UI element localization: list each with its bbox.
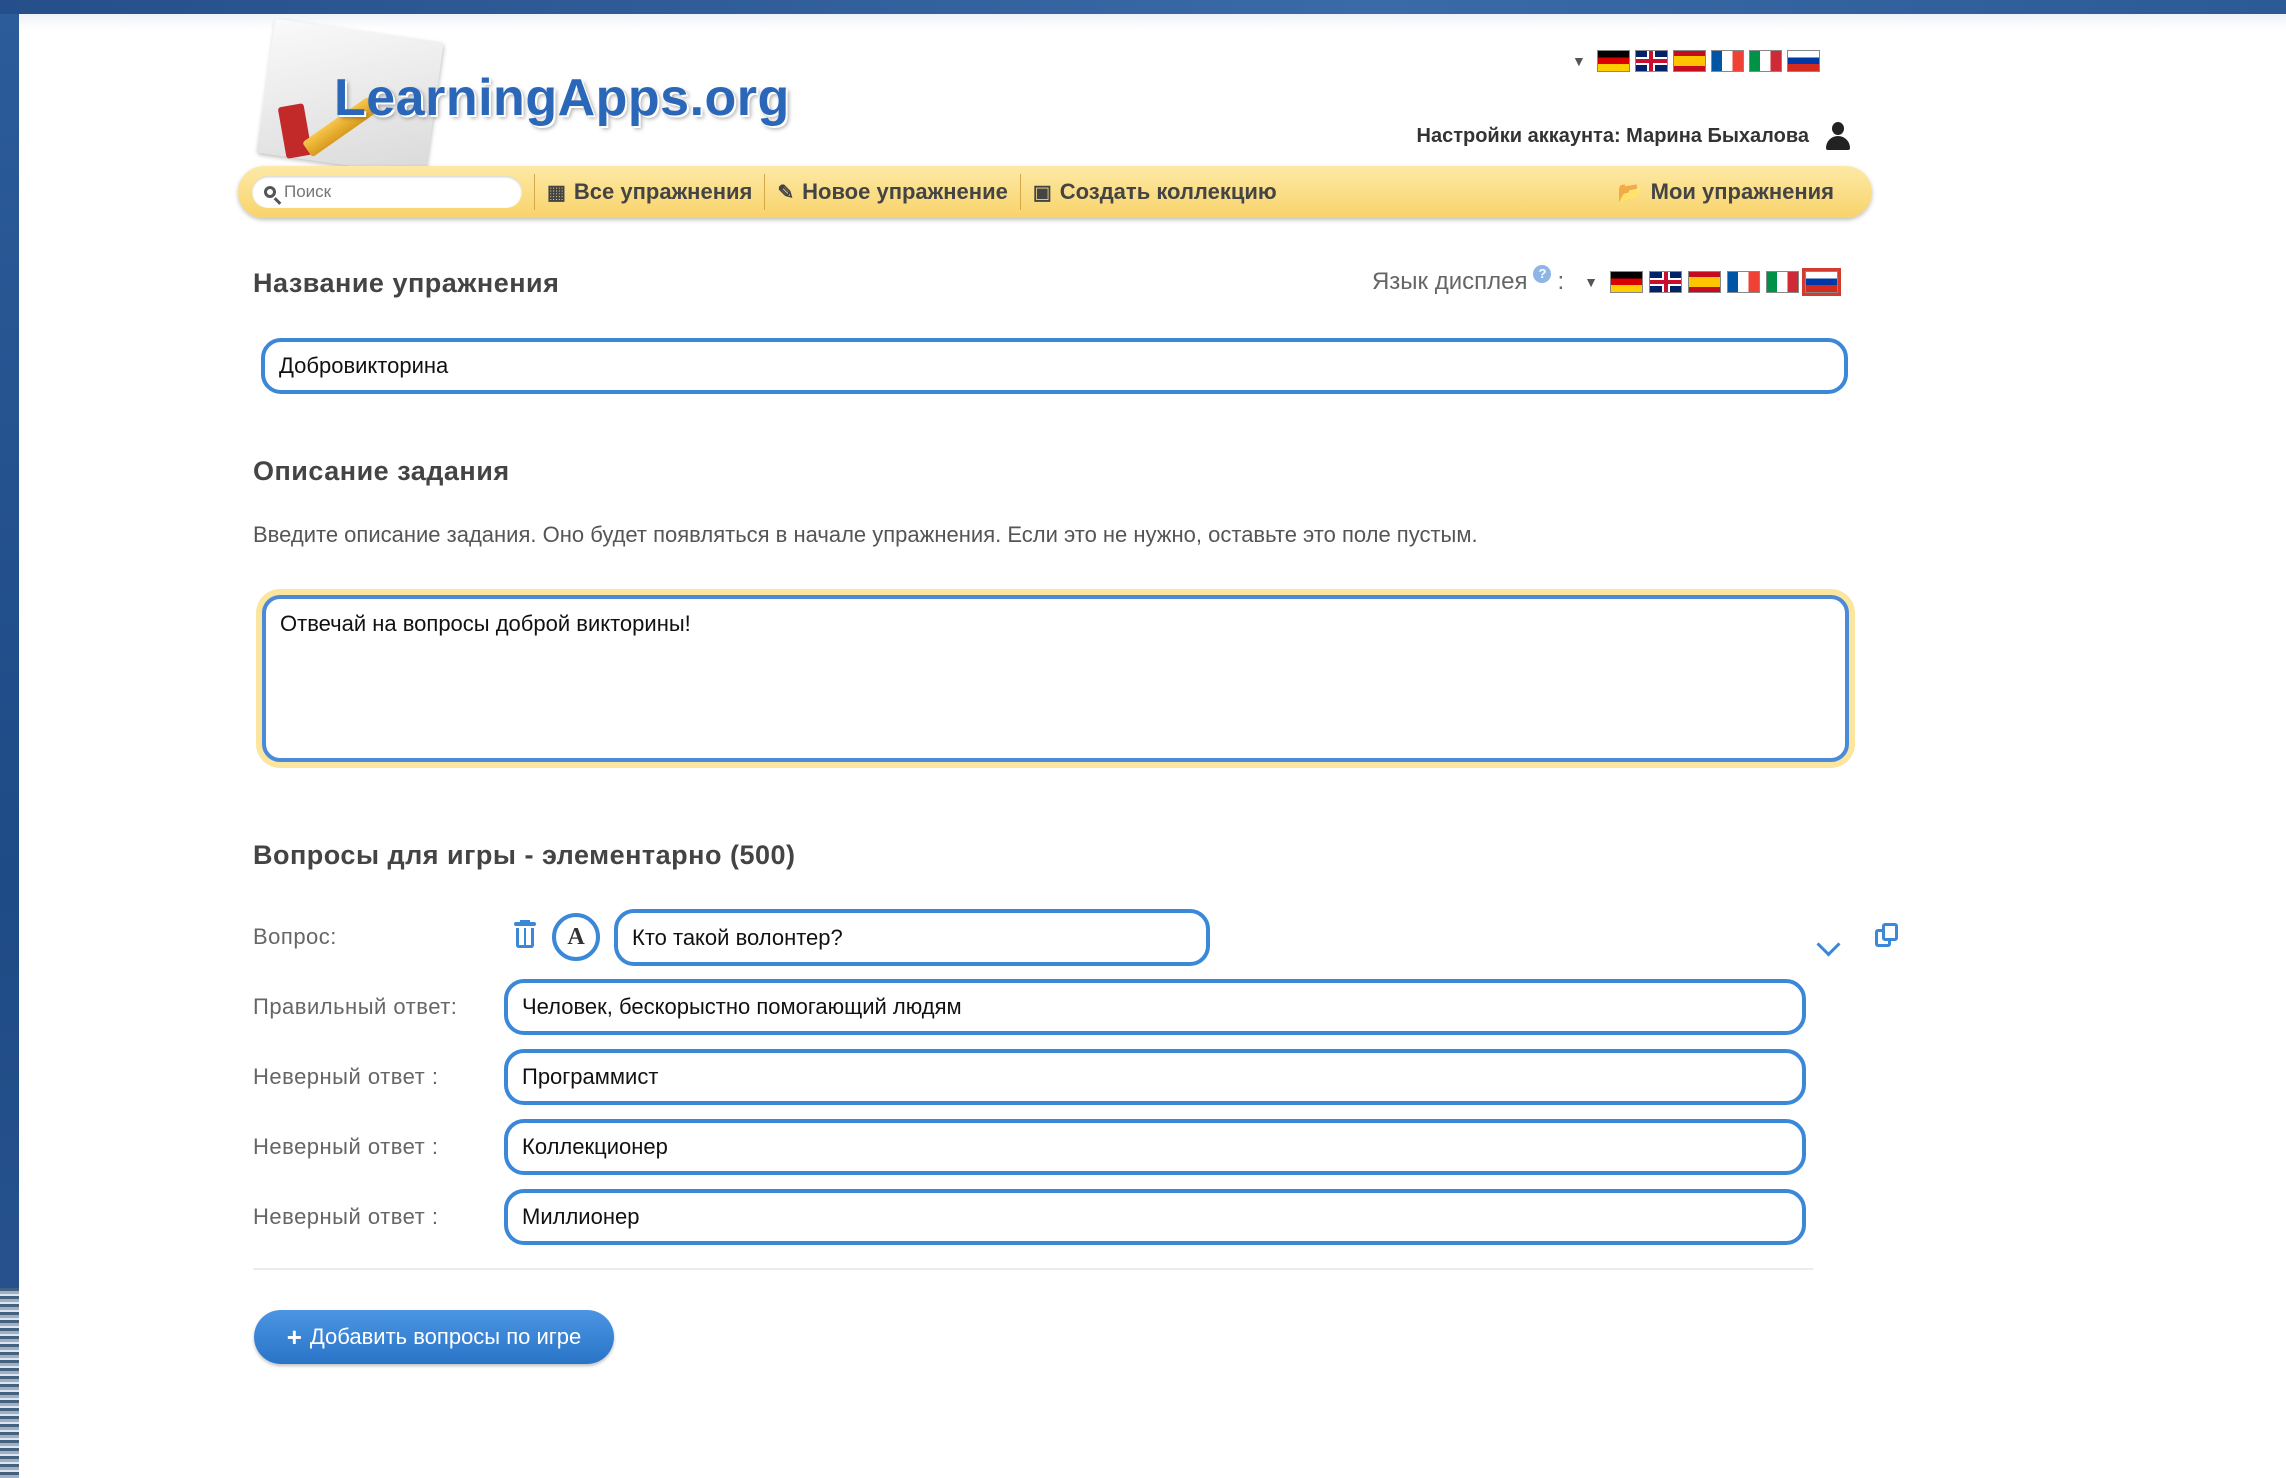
question-label: Вопрос: [253, 924, 337, 949]
nav-all-exercises-label: Все упражнения [573, 179, 753, 204]
display-language-colon: : [1557, 268, 1565, 295]
flag-it-icon[interactable] [1748, 50, 1782, 72]
task-description-hint: Введите описание задания. Оно будет появ… [253, 522, 1478, 547]
duplicate-icon[interactable] [1875, 923, 1899, 949]
questions-heading: Вопросы для игры - элементарно (500) [253, 840, 796, 870]
correct-answer-input[interactable]: Человек, бескорыстно помогающий людям [504, 979, 1806, 1035]
flag-fr-icon[interactable] [1727, 271, 1760, 293]
add-questions-label: Добавить вопросы по игре [309, 1324, 582, 1349]
nav-new-exercise-label: Новое упражнение [802, 179, 1008, 204]
nav-my-exercises[interactable]: 📂 Мои упражнения [1618, 179, 1834, 205]
account-settings[interactable]: Настройки аккаунта: Марина Быхалова [1417, 122, 1852, 150]
folder-open-icon: 📂 [1617, 181, 1643, 204]
collection-icon: ▣ [1032, 181, 1052, 204]
exercise-name-heading: Название упражнения [253, 268, 560, 298]
trash-icon[interactable] [512, 920, 538, 950]
user-icon[interactable] [1825, 122, 1851, 150]
header-language-selector[interactable]: ▼ [1572, 50, 1820, 72]
help-icon[interactable]: ? [1533, 265, 1552, 283]
text-format-icon[interactable]: A [552, 913, 600, 961]
search-icon [264, 186, 276, 198]
main-navbar: ▦ Все упражнения ✎ Новое упражнение ▣ Со… [238, 166, 1872, 218]
task-description-heading: Описание задания [253, 456, 510, 486]
wrong-answer-input[interactable]: Коллекционер [504, 1119, 1806, 1175]
flag-it-icon[interactable] [1766, 271, 1799, 293]
nav-my-exercises-label: Мои упражнения [1650, 179, 1834, 204]
flag-ru-icon[interactable] [1786, 50, 1820, 72]
search-box[interactable] [252, 176, 522, 208]
flag-fr-icon[interactable] [1710, 50, 1744, 72]
flag-ru-icon[interactable] [1802, 268, 1841, 296]
wrong-answer-input[interactable]: Программист [504, 1049, 1806, 1105]
wrong-answer-label: Неверный ответ : [253, 1064, 439, 1089]
flag-de-icon[interactable] [1610, 271, 1643, 293]
background-left-strip [0, 0, 19, 1478]
wrong-answer-input[interactable]: Миллионер [504, 1189, 1806, 1245]
nav-divider [1019, 174, 1021, 210]
question-input[interactable]: Кто такой волонтер? [614, 909, 1210, 966]
pencil-icon: ✎ [777, 181, 795, 204]
nav-divider [764, 174, 766, 210]
section-divider [253, 1268, 1813, 1270]
plus-icon: + [286, 1321, 302, 1352]
flag-en-icon[interactable] [1649, 271, 1682, 293]
wrong-answer-label: Неверный ответ : [253, 1204, 439, 1229]
flag-en-icon[interactable] [1634, 50, 1668, 72]
nav-new-exercise[interactable]: ✎ Новое упражнение [777, 179, 1007, 205]
exercise-name-input[interactable]: Добровикторина [261, 338, 1848, 394]
account-settings-link[interactable]: Настройки аккаунта: Марина Быхалова [1417, 125, 1810, 148]
display-language-label: Язык дисплея [1371, 268, 1528, 295]
nav-create-collection-label: Создать коллекцию [1059, 179, 1277, 204]
logo-text[interactable]: LearningApps.org [334, 68, 790, 128]
flag-es-icon[interactable] [1688, 271, 1721, 293]
flag-de-icon[interactable] [1596, 50, 1630, 72]
search-input[interactable] [282, 181, 486, 203]
caret-down-icon[interactable]: ▼ [1572, 53, 1586, 69]
nav-create-collection[interactable]: ▣ Создать коллекцию [1033, 179, 1277, 205]
background-decoration [0, 1288, 19, 1478]
nav-divider [534, 174, 535, 210]
nav-all-exercises[interactable]: ▦ Все упражнения [547, 179, 752, 205]
correct-answer-label: Правильный ответ: [253, 994, 458, 1019]
flag-es-icon[interactable] [1672, 50, 1706, 72]
chevron-down-icon[interactable] [1816, 932, 1841, 957]
task-description-textarea[interactable]: Отвечай на вопросы доброй викторины! [262, 595, 1849, 762]
add-questions-button[interactable]: + Добавить вопросы по игре [254, 1310, 614, 1364]
wrong-answer-label: Неверный ответ : [253, 1134, 439, 1159]
display-language-selector: Язык дисплея ? : ▼ [1371, 265, 1841, 296]
caret-down-icon[interactable]: ▼ [1584, 274, 1598, 290]
background-top-strip [0, 0, 2286, 30]
grid-icon: ▦ [547, 181, 566, 204]
